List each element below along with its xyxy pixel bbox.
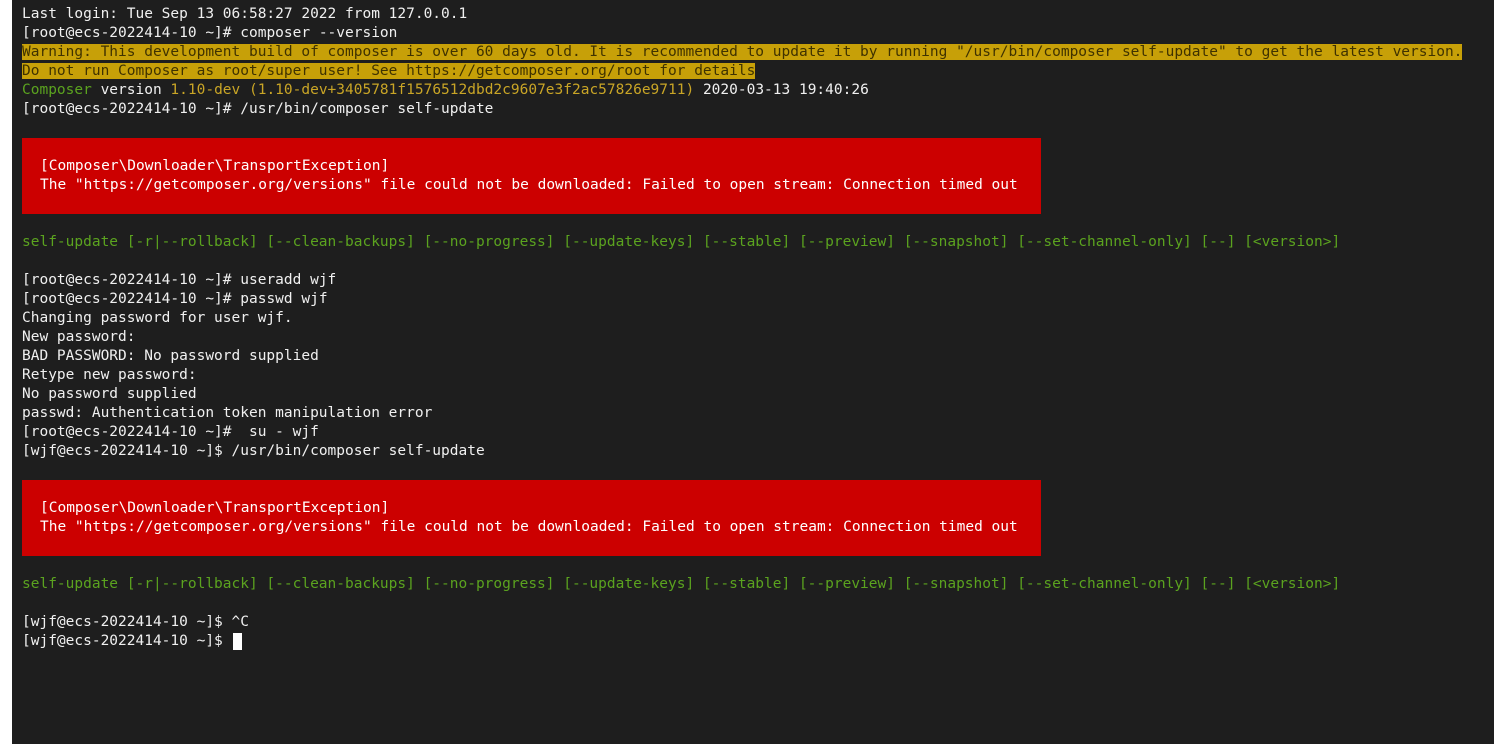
output-line: No password supplied	[22, 386, 197, 402]
output-line: Changing password for user wjf.	[22, 310, 293, 326]
warning-text: Warning: This development build of compo…	[22, 44, 1463, 60]
error-box-padding	[22, 138, 1041, 157]
command-text: /usr/bin/composer self-update	[231, 443, 485, 459]
root-prompt: [root@ecs-2022414-10 ~]#	[22, 291, 241, 307]
root-prompt: [root@ecs-2022414-10 ~]#	[22, 25, 241, 41]
output-line: Retype new password:	[22, 367, 197, 383]
root-prompt: [root@ecs-2022414-10 ~]#	[22, 101, 241, 117]
usage-line: self-update [-r|--rollback] [--clean-bac…	[22, 234, 1341, 250]
error-message: The "https://getcomposer.org/versions" f…	[40, 519, 1018, 535]
command-line: [wjf@ecs-2022414-10 ~]$ /usr/bin/compose…	[22, 442, 1487, 461]
warning-line: Do not run Composer as root/super user! …	[22, 62, 1487, 81]
version-date: 2020-03-13 19:40:26	[694, 82, 869, 98]
command-line: [root@ecs-2022414-10 ~]# passwd wjf	[22, 290, 1487, 309]
error-box-padding	[22, 480, 1041, 499]
command-line: [wjf@ecs-2022414-10 ~]$ ^C	[22, 613, 1487, 632]
error-message: The "https://getcomposer.org/versions" f…	[40, 177, 1018, 193]
current-prompt-line[interactable]: [wjf@ecs-2022414-10 ~]$	[22, 632, 1487, 651]
output-line: passwd: Authentication token manipulatio…	[22, 405, 433, 421]
terminal-output: Last login: Tue Sep 13 06:58:27 2022 fro…	[22, 5, 1487, 651]
version-label-composer: Composer	[22, 82, 92, 98]
warning-text: Do not run Composer as root/super user! …	[22, 63, 756, 79]
user-prompt: [wjf@ecs-2022414-10 ~]$	[22, 633, 232, 649]
command-line: [root@ecs-2022414-10 ~]# /usr/bin/compos…	[22, 100, 1487, 119]
command-text: su - wjf	[240, 424, 319, 440]
output-line: New password:	[22, 329, 136, 345]
command-text: composer --version	[240, 25, 398, 41]
text-cursor	[232, 632, 242, 650]
command-text: ^C	[231, 614, 249, 630]
output-line: BAD PASSWORD: No password supplied	[22, 348, 319, 364]
command-line: [root@ecs-2022414-10 ~]# su - wjf	[22, 423, 1487, 442]
version-label: version	[91, 82, 171, 98]
command-text: /usr/bin/composer self-update	[240, 101, 494, 117]
terminal-window[interactable]: Last login: Tue Sep 13 06:58:27 2022 fro…	[12, 0, 1494, 744]
command-text: passwd wjf	[240, 291, 328, 307]
error-box: [Composer\Downloader\TransportException]…	[22, 138, 1041, 214]
root-prompt: [root@ecs-2022414-10 ~]#	[22, 424, 241, 440]
usage-line: self-update [-r|--rollback] [--clean-bac…	[22, 576, 1341, 592]
version-number: 1.10-dev (1.10-dev+3405781f1576512dbd2c9…	[170, 82, 695, 98]
last-login-line: Last login: Tue Sep 13 06:58:27 2022 fro…	[22, 6, 468, 22]
version-line: Composer version 1.10-dev (1.10-dev+3405…	[22, 81, 1487, 100]
error-box: [Composer\Downloader\TransportException]…	[22, 480, 1041, 556]
root-prompt: [root@ecs-2022414-10 ~]#	[22, 272, 241, 288]
command-line: [root@ecs-2022414-10 ~]# useradd wjf	[22, 271, 1487, 290]
error-title: [Composer\Downloader\TransportException]	[40, 500, 390, 516]
user-prompt: [wjf@ecs-2022414-10 ~]$	[22, 443, 232, 459]
user-prompt: [wjf@ecs-2022414-10 ~]$	[22, 614, 232, 630]
error-title: [Composer\Downloader\TransportException]	[40, 158, 390, 174]
command-line: [root@ecs-2022414-10 ~]# composer --vers…	[22, 24, 1487, 43]
warning-line: Warning: This development build of compo…	[22, 43, 1487, 62]
command-text: useradd wjf	[240, 272, 337, 288]
